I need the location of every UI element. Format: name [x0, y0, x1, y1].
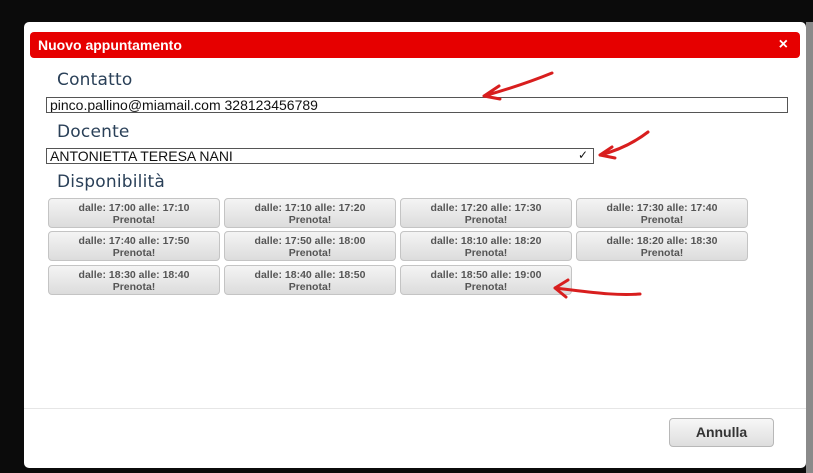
slot-time: dalle: 18:30 alle: 18:40: [78, 269, 190, 281]
slot-action: Prenota!: [464, 214, 508, 226]
slot-button[interactable]: dalle: 17:30 alle: 17:40 Prenota!: [576, 198, 748, 228]
slot-time: dalle: 18:50 alle: 19:00: [430, 269, 542, 281]
slot-time: dalle: 17:30 alle: 17:40: [606, 202, 718, 214]
docente-label: Docente: [57, 122, 130, 142]
slot-button[interactable]: dalle: 17:50 alle: 18:00 Prenota!: [224, 231, 396, 261]
close-icon[interactable]: ×: [779, 36, 788, 54]
slot-time: dalle: 17:10 alle: 17:20: [254, 202, 366, 214]
slot-button[interactable]: dalle: 17:40 alle: 17:50 Prenota!: [48, 231, 220, 261]
slot-action: Prenota!: [112, 281, 156, 293]
slot-time: dalle: 17:20 alle: 17:30: [430, 202, 542, 214]
slot-action: Prenota!: [640, 214, 684, 226]
cancel-button[interactable]: Annulla: [669, 418, 774, 447]
slot-action: Prenota!: [464, 281, 508, 293]
contatto-value: pinco.pallino@miamail.com 328123456789: [50, 97, 318, 113]
dialog-title: Nuovo appuntamento: [38, 37, 182, 53]
slot-button[interactable]: dalle: 18:10 alle: 18:20 Prenota!: [400, 231, 572, 261]
slot-time: dalle: 17:40 alle: 17:50: [78, 235, 190, 247]
docente-value: ANTONIETTA TERESA NANI: [50, 148, 233, 164]
slot-button[interactable]: dalle: 17:20 alle: 17:30 Prenota!: [400, 198, 572, 228]
contatto-input[interactable]: pinco.pallino@miamail.com 328123456789: [46, 97, 788, 113]
slot-time: dalle: 17:00 alle: 17:10: [78, 202, 190, 214]
slot-button[interactable]: dalle: 18:50 alle: 19:00 Prenota!: [400, 265, 572, 295]
docente-select[interactable]: ANTONIETTA TERESA NANI ✓: [46, 148, 594, 164]
slot-action: Prenota!: [112, 247, 156, 259]
slot-time: dalle: 17:50 alle: 18:00: [254, 235, 366, 247]
slot-button[interactable]: dalle: 17:10 alle: 17:20 Prenota!: [224, 198, 396, 228]
slot-time: dalle: 18:10 alle: 18:20: [430, 235, 542, 247]
slot-button[interactable]: dalle: 18:40 alle: 18:50 Prenota!: [224, 265, 396, 295]
slot-button[interactable]: dalle: 17:00 alle: 17:10 Prenota!: [48, 198, 220, 228]
dialog-titlebar: Nuovo appuntamento ×: [30, 32, 800, 58]
slot-action: Prenota!: [464, 247, 508, 259]
slot-action: Prenota!: [288, 281, 332, 293]
contatto-label: Contatto: [57, 70, 133, 90]
slot-action: Prenota!: [112, 214, 156, 226]
slot-action: Prenota!: [288, 214, 332, 226]
chevron-down-icon: ✓: [577, 148, 588, 162]
appointment-dialog: Nuovo appuntamento × Contatto pinco.pall…: [24, 22, 806, 468]
footer-divider: [24, 408, 806, 409]
window-edge: [806, 22, 813, 473]
slot-time: dalle: 18:40 alle: 18:50: [254, 269, 366, 281]
slot-action: Prenota!: [288, 247, 332, 259]
slot-time: dalle: 18:20 alle: 18:30: [606, 235, 718, 247]
disponibilita-label: Disponibilità: [57, 172, 166, 192]
slot-button[interactable]: dalle: 18:30 alle: 18:40 Prenota!: [48, 265, 220, 295]
slot-button[interactable]: dalle: 18:20 alle: 18:30 Prenota!: [576, 231, 748, 261]
slot-action: Prenota!: [640, 247, 684, 259]
